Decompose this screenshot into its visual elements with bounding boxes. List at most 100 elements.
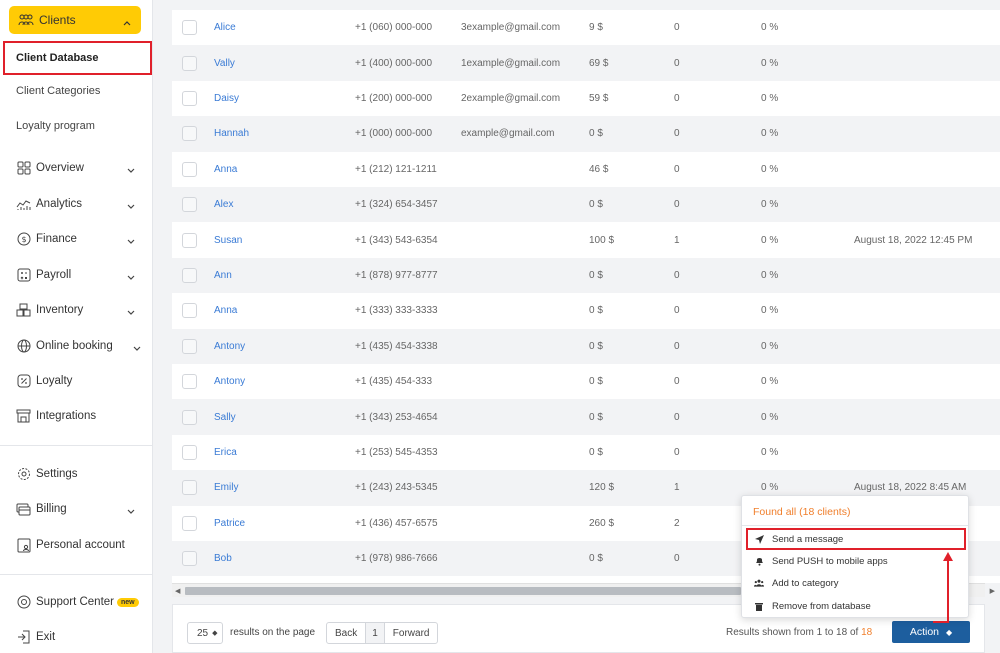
forward-button[interactable]: Forward xyxy=(385,623,438,643)
scrollbar-thumb[interactable] xyxy=(185,587,741,595)
cell-name[interactable]: Ann xyxy=(214,270,232,281)
row-checkbox[interactable] xyxy=(182,55,197,71)
cell-name[interactable]: Antony xyxy=(214,376,245,387)
row-checkbox[interactable] xyxy=(182,161,197,177)
row-checkbox[interactable] xyxy=(182,409,197,425)
exit-icon xyxy=(16,630,31,645)
sidebar-item-online-booking[interactable]: Online booking xyxy=(0,331,153,361)
table-row[interactable]: Anna +1 (333) 333-3333 0 $ 0 0 % xyxy=(172,293,1000,328)
table-row[interactable]: Vally +1 (400) 000-000 1example@gmail.com 6… xyxy=(172,45,1000,81)
sidebar-item-loyalty-program[interactable]: Loyalty program xyxy=(0,110,153,142)
sidebar-item-loyalty[interactable]: Loyalty xyxy=(0,366,153,396)
page-number[interactable]: 1 xyxy=(366,623,385,643)
sidebar-item-billing[interactable]: Billing xyxy=(0,494,153,524)
table-row[interactable]: Sally +1 (343) 253-4654 0 $ 0 0 % xyxy=(172,399,1000,435)
cell-name[interactable]: Hannah xyxy=(214,128,249,139)
dollar-icon: $ xyxy=(16,232,31,247)
sidebar-item-exit[interactable]: Exit xyxy=(0,622,153,652)
cell-phone: +1 (343) 253-4654 xyxy=(355,411,438,423)
row-checkbox[interactable] xyxy=(182,480,197,496)
table-row[interactable]: Antony +1 (435) 454-333 0 $ 0 0 % xyxy=(172,364,1000,399)
cell-name[interactable]: Daisy xyxy=(214,93,239,104)
table-row[interactable]: Hannah +1 (000) 000-000 example@gmail.com 0… xyxy=(172,116,1000,152)
sidebar-item-settings[interactable]: Settings xyxy=(0,459,153,489)
remove-from-database-item[interactable]: Remove from database xyxy=(746,595,966,617)
per-page-label: results on the page xyxy=(230,627,316,638)
cell-name[interactable]: Anna xyxy=(214,164,237,175)
sidebar-item-support-center[interactable]: Support Center new xyxy=(0,587,153,617)
sidebar-item-personal-account[interactable]: Personal account xyxy=(0,530,153,560)
table-row[interactable]: Alex +1 (324) 654-3457 0 $ 0 0 % xyxy=(172,187,1000,223)
sidebar-item-inventory[interactable]: Inventory xyxy=(0,295,153,325)
chevron-down-icon xyxy=(127,271,135,283)
cell-name[interactable]: Alex xyxy=(214,199,233,210)
cell-name[interactable]: Emily xyxy=(214,482,238,493)
table-row[interactable]: Daisy +1 (200) 000-000 2example@gmail.com 5… xyxy=(172,81,1000,116)
scroll-right-icon[interactable]: ▶ xyxy=(990,587,995,595)
cell-name[interactable]: Antony xyxy=(214,341,245,352)
cell-discount: 0 % xyxy=(761,305,779,317)
sidebar-item-overview[interactable]: Overview xyxy=(0,153,153,183)
cell-name[interactable]: Bob xyxy=(214,553,232,564)
row-checkbox[interactable] xyxy=(182,197,197,213)
sidebar-item-label: Loyalty xyxy=(36,375,73,387)
add-to-category-item[interactable]: Add to category xyxy=(746,572,966,594)
row-checkbox[interactable] xyxy=(182,551,197,567)
row-checkbox[interactable] xyxy=(182,338,197,354)
sidebar-item-payroll[interactable]: Payroll xyxy=(0,260,153,290)
cell-paid: 0 $ xyxy=(589,340,603,352)
cell-name[interactable]: Alice xyxy=(214,22,236,33)
table-row[interactable]: Erica +1 (253) 545-4353 0 $ 0 0 % xyxy=(172,435,1000,470)
cell-name[interactable]: Sally xyxy=(214,412,236,423)
sidebar-item-finance[interactable]: $ Finance xyxy=(0,224,153,254)
sidebar-divider xyxy=(0,574,153,575)
sidebar-item-label: Online booking xyxy=(36,340,113,352)
row-checkbox[interactable] xyxy=(182,90,197,106)
cell-name[interactable]: Anna xyxy=(214,305,237,316)
action-dropdown-menu: Found all (18 clients) Send a message Se… xyxy=(741,495,969,618)
row-checkbox[interactable] xyxy=(182,303,197,319)
table-row[interactable]: Alice +1 (060) 000-000 3example@gmail.com 9… xyxy=(172,10,1000,45)
sidebar-item-client-database[interactable]: Client Database xyxy=(3,41,152,75)
row-checkbox[interactable] xyxy=(182,126,197,142)
cell-paid: 69 $ xyxy=(589,57,609,69)
row-checkbox[interactable] xyxy=(182,232,197,248)
sidebar-item-label: Analytics xyxy=(36,198,83,210)
cell-phone: +1 (212) 121-1211 xyxy=(355,163,437,175)
table-row[interactable]: Antony +1 (435) 454-3338 0 $ 0 0 % xyxy=(172,328,1000,364)
table-row[interactable]: Susan +1 (343) 543-6354 100 $ 1 0 % August 18… xyxy=(172,222,1000,257)
cell-name[interactable]: Vally xyxy=(214,58,235,69)
gear-icon xyxy=(16,467,31,482)
row-checkbox[interactable] xyxy=(182,444,197,460)
lifebuoy-icon xyxy=(16,595,31,610)
scroll-left-icon[interactable]: ◀ xyxy=(175,587,180,595)
send-message-item[interactable]: Send a message xyxy=(746,528,966,550)
results-summary: Results shown from 1 to 18 of 18 xyxy=(726,627,872,638)
cell-name[interactable]: Erica xyxy=(214,447,237,458)
cell-discount: 0 % xyxy=(761,411,779,423)
back-button[interactable]: Back xyxy=(327,623,367,643)
sidebar-item-client-categories[interactable]: Client Categories xyxy=(0,75,153,107)
clients-menu-button[interactable]: Clients xyxy=(9,6,141,34)
cell-name[interactable]: Susan xyxy=(214,235,242,246)
cell-name[interactable]: Patrice xyxy=(214,518,245,529)
table-row[interactable]: Anna +1 (212) 121-1211 46 $ 0 0 % xyxy=(172,152,1000,187)
chevron-down-icon xyxy=(127,164,135,176)
cell-discount: 0 % xyxy=(761,128,779,140)
row-checkbox[interactable] xyxy=(182,20,197,36)
table-row[interactable]: Ann +1 (878) 977-8777 0 $ 0 0 % xyxy=(172,257,1000,294)
sidebar-item-analytics[interactable]: Analytics xyxy=(0,189,153,219)
cell-paid: 0 $ xyxy=(589,553,603,565)
row-checkbox[interactable] xyxy=(182,515,197,531)
action-button[interactable]: Action ◆ xyxy=(892,621,970,643)
per-page-select[interactable]: 25 ◆ xyxy=(187,622,223,644)
sidebar-item-label: Billing xyxy=(36,503,67,515)
users-icon xyxy=(754,579,764,587)
grid-icon xyxy=(16,161,31,176)
cell-visits: 0 xyxy=(674,92,680,104)
row-checkbox[interactable] xyxy=(182,267,197,283)
sidebar-item-integrations[interactable]: Integrations xyxy=(0,401,153,431)
cell-paid: 0 $ xyxy=(589,199,603,211)
row-checkbox[interactable] xyxy=(182,374,197,390)
send-push-item[interactable]: Send PUSH to mobile apps xyxy=(746,550,966,572)
